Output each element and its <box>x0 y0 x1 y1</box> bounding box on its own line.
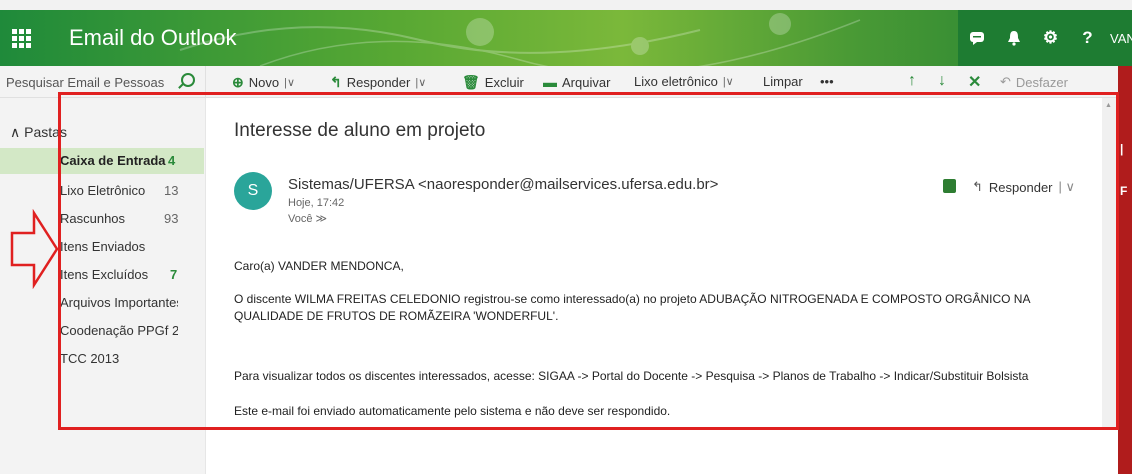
folder-label: Lixo Eletrônico <box>60 183 146 198</box>
sender[interactable]: Sistemas/UFERSA <naoresponder@mailservic… <box>288 176 718 193</box>
folder-important[interactable]: Arquivos Importantes <box>0 290 204 316</box>
help-icon[interactable]: ? <box>1069 10 1106 66</box>
body-greeting: Caro(a) VANDER MENDONCA, <box>234 259 404 273</box>
junk-label: Lixo eletrônico <box>634 74 718 89</box>
unread-count: 7 <box>170 267 178 282</box>
folder-inbox[interactable]: Caixa de Entrada 4 <box>0 148 204 174</box>
reply-button[interactable]: ↰ Responder | ∨ <box>964 175 1083 199</box>
reply-toolbar-label: Responder <box>346 75 411 90</box>
arrow-right-icon <box>10 209 59 289</box>
delete-button[interactable]: 🗑 Excluir <box>462 74 524 91</box>
archive-label: Arquivar <box>562 74 611 90</box>
folder-label: TCC 2013 <box>60 351 120 366</box>
app-header: Email do Outlook ⚙ ? VANI <box>0 10 1132 66</box>
browser-strip <box>0 0 1132 10</box>
trash-icon: 🗑 <box>462 74 480 90</box>
recipient-toggle[interactable]: Você ≫ <box>288 212 327 225</box>
arrow-up-icon[interactable]: ↑ <box>908 72 916 90</box>
more-button[interactable]: ••• <box>820 74 834 89</box>
chat-icon[interactable] <box>958 10 995 66</box>
junk-button[interactable]: Lixo eletrônico |∨ <box>634 74 734 89</box>
folder-label: Coodenação PPGf 2014 <box>60 323 178 338</box>
folder-tcc[interactable]: TCC 2013 <box>0 346 204 372</box>
folders-heading[interactable]: ∧ Pastas <box>10 124 67 141</box>
undo-button[interactable]: ↶ Desfazer <box>1000 74 1068 90</box>
item-count: 93 <box>164 211 179 226</box>
close-icon[interactable]: ✕ <box>968 72 981 92</box>
search-placeholder: Pesquisar Email e Pessoas <box>6 74 165 90</box>
waffle-icon[interactable] <box>10 27 32 49</box>
chevron-down-icon[interactable]: |∨ <box>723 75 734 88</box>
header-actions: ⚙ ? VANI <box>958 10 1132 66</box>
delete-label: Excluir <box>484 75 524 90</box>
folder-coordination[interactable]: Coodenação PPGf 2014 <box>0 318 204 344</box>
reply-icon: ↰ <box>972 179 983 194</box>
body-footer: Este e-mail foi enviado automaticamente … <box>234 404 671 418</box>
plus-circle-icon: ⊕ <box>232 74 244 90</box>
app-title[interactable]: Email do Outlook <box>69 25 237 51</box>
clean-label: Limpar <box>763 74 803 89</box>
unread-count: 4 <box>168 153 176 168</box>
reply-icon: ↰ <box>330 74 342 90</box>
message-subject: Interesse de aluno em projeto <box>234 120 486 141</box>
chevron-down-icon[interactable]: | ∨ <box>1059 179 1076 195</box>
body-paragraph: O discente WILMA FREITAS CELEDONIO regis… <box>234 292 1030 323</box>
folder-junk[interactable]: Lixo Eletrônico 13 <box>0 178 204 204</box>
item-count: 13 <box>164 183 179 198</box>
search-icon[interactable] <box>181 73 195 87</box>
evernote-icon[interactable] <box>943 179 956 193</box>
gear-icon[interactable]: ⚙ <box>1032 10 1069 66</box>
new-label: Novo <box>248 75 280 90</box>
body-instructions: Para visualizar todos os discentes inter… <box>234 369 1029 383</box>
clean-button[interactable]: Limpar <box>763 74 803 89</box>
folder-label: Itens Enviados <box>60 239 146 254</box>
bell-icon[interactable] <box>995 10 1032 66</box>
avatar[interactable]: S <box>234 172 272 210</box>
chevron-down-icon[interactable]: |∨ <box>415 76 426 89</box>
reply-label: Responder <box>988 179 1053 195</box>
command-bar: Pesquisar Email e Pessoas ⊕ Novo |∨ ↰ Re… <box>0 66 1132 98</box>
folder-label: Caixa de Entrada <box>60 153 166 168</box>
folder-label: Arquivos Importantes <box>60 295 178 310</box>
chevron-up-icon: ∧ <box>10 124 21 140</box>
folder-label: Rascunhos <box>60 211 126 226</box>
search-input[interactable]: Pesquisar Email e Pessoas <box>0 66 206 98</box>
arrow-down-icon[interactable]: ↓ <box>938 72 946 90</box>
scrollbar[interactable] <box>1102 98 1116 428</box>
archive-button[interactable]: ▬ Arquivar <box>543 74 610 90</box>
undo-icon: ↶ <box>1000 74 1011 89</box>
user-name[interactable]: VANI <box>1106 10 1132 66</box>
more-label: ••• <box>820 74 834 89</box>
archive-icon: ▬ <box>543 74 557 90</box>
undo-label: Desfazer <box>1015 74 1068 90</box>
chevron-down-icon[interactable]: |∨ <box>284 76 295 89</box>
reply-toolbar-button[interactable]: ↰ Responder |∨ <box>330 74 426 91</box>
reading-pane: Interesse de aluno em projeto S Sistemas… <box>206 98 1116 474</box>
message-date: Hoje, 17:42 <box>288 197 345 209</box>
folder-label: Itens Excluídos <box>60 267 149 282</box>
ad-panel[interactable]: | F <box>1118 66 1132 474</box>
new-button[interactable]: ⊕ Novo |∨ <box>232 74 295 91</box>
